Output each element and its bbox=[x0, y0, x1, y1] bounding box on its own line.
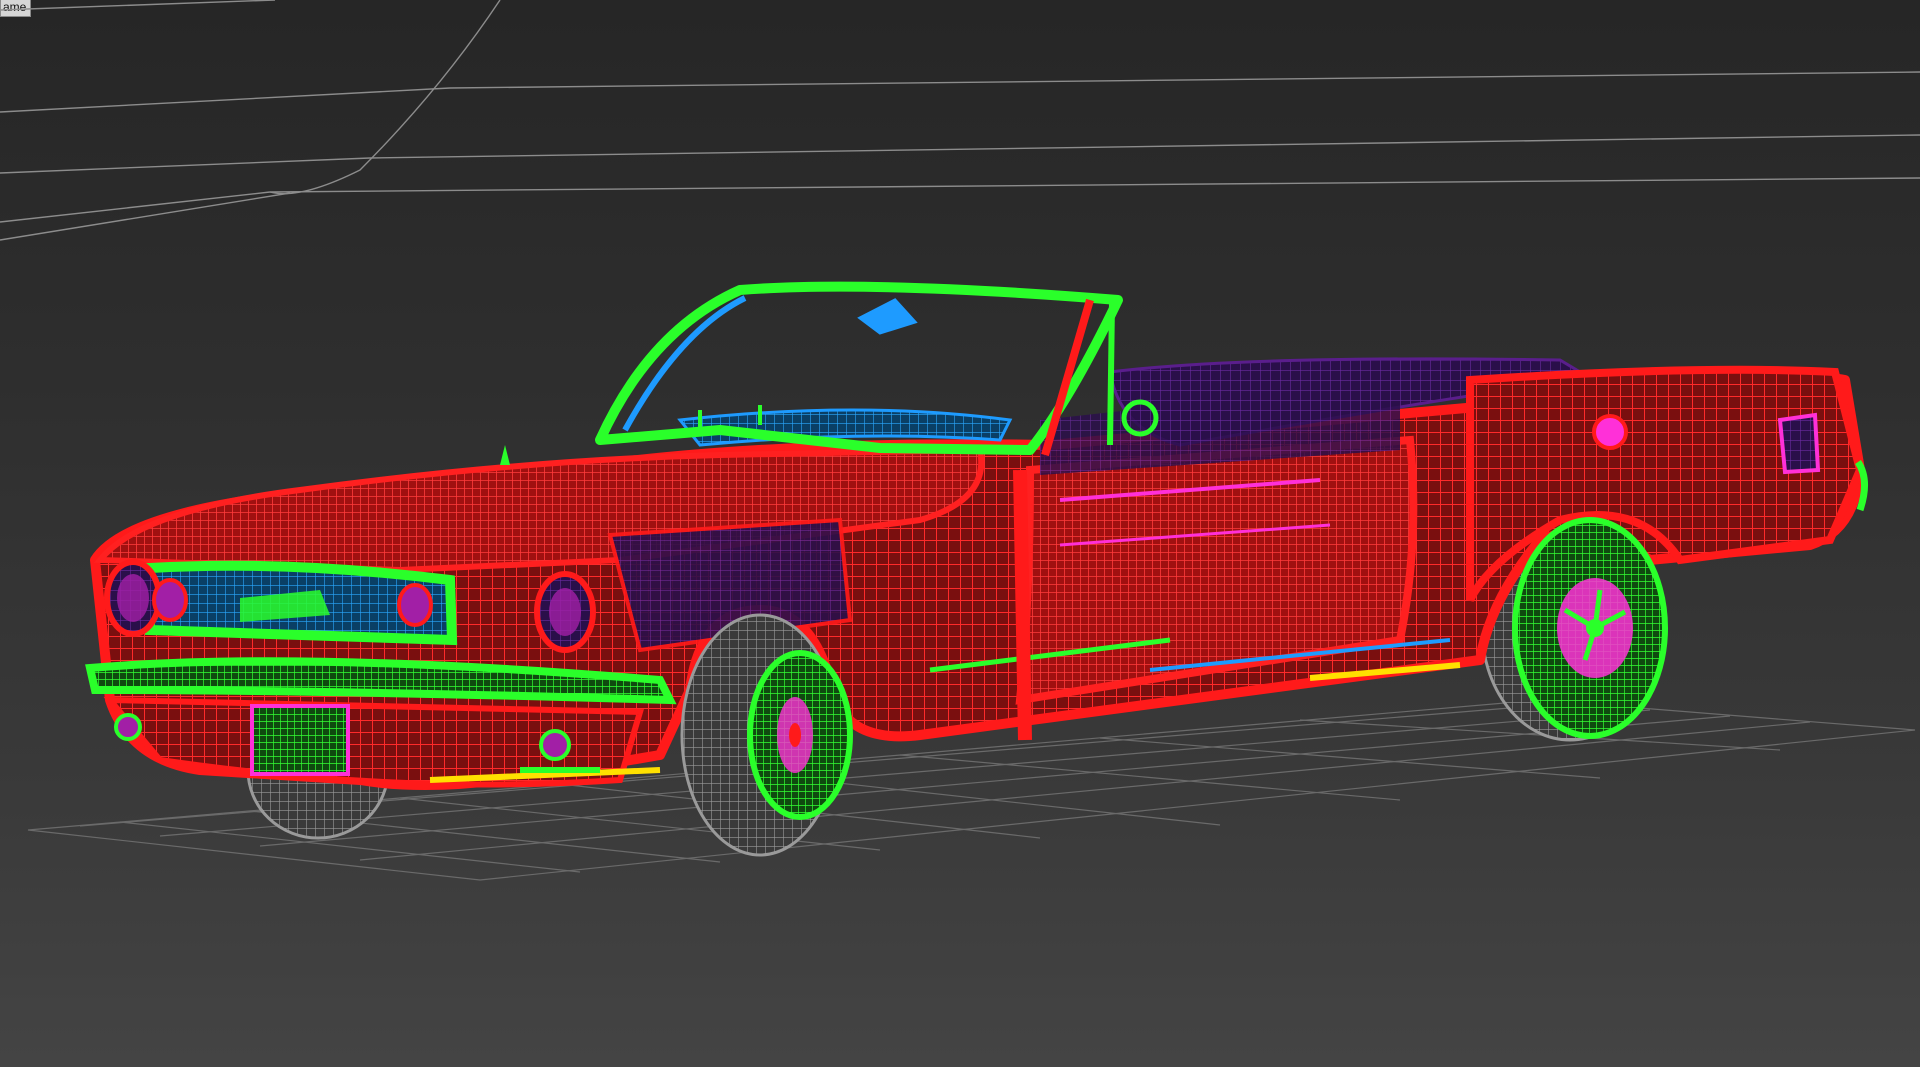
rear-wheel-near bbox=[1512, 517, 1668, 739]
3d-viewport[interactable]: ame bbox=[0, 0, 1920, 1067]
scene-canvas bbox=[0, 0, 1920, 881]
background-guide-lines bbox=[0, 0, 1920, 241]
